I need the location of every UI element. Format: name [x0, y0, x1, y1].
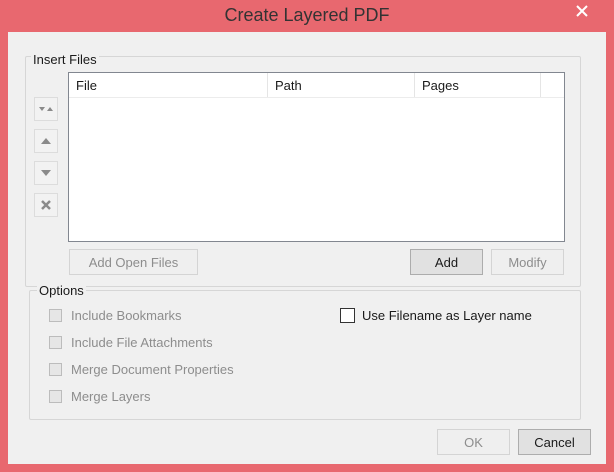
use-filename-as-layer-name-option[interactable]: Use Filename as Layer name — [340, 306, 532, 324]
merge-layers-label: Merge Layers — [71, 388, 151, 404]
merge-document-properties-checkbox[interactable] — [49, 362, 62, 376]
remove-icon — [41, 200, 51, 210]
move-top-bottom-button[interactable] — [34, 97, 58, 121]
column-header-file[interactable]: File — [69, 73, 268, 97]
close-icon — [576, 5, 588, 17]
include-bookmarks-option[interactable]: Include Bookmarks — [49, 306, 182, 324]
options-label: Options — [37, 283, 86, 298]
modify-button[interactable]: Modify — [491, 249, 564, 275]
ok-button[interactable]: OK — [437, 429, 510, 455]
files-table[interactable]: File Path Pages — [68, 72, 565, 242]
move-top-bottom-icon — [39, 107, 53, 111]
title-bar[interactable]: Create Layered PDF — [0, 0, 614, 32]
merge-layers-checkbox[interactable] — [49, 389, 62, 403]
dialog-body: Insert Files File Path Pages Add Open Fi… — [8, 32, 606, 464]
move-down-button[interactable] — [34, 161, 58, 185]
column-header-path[interactable]: Path — [268, 73, 415, 97]
insert-files-label: Insert Files — [31, 52, 99, 67]
use-filename-as-layer-name-checkbox[interactable] — [340, 307, 355, 323]
add-button[interactable]: Add — [410, 249, 483, 275]
add-open-files-button[interactable]: Add Open Files — [69, 249, 198, 275]
merge-document-properties-option[interactable]: Merge Document Properties — [49, 360, 234, 378]
move-up-icon — [41, 138, 51, 144]
move-up-button[interactable] — [34, 129, 58, 153]
close-button[interactable] — [564, 0, 600, 22]
include-file-attachments-label: Include File Attachments — [71, 334, 213, 350]
include-bookmarks-label: Include Bookmarks — [71, 307, 182, 323]
merge-layers-option[interactable]: Merge Layers — [49, 387, 150, 405]
window-title: Create Layered PDF — [224, 5, 390, 25]
column-header-pages[interactable]: Pages — [415, 73, 541, 97]
include-file-attachments-option[interactable]: Include File Attachments — [49, 333, 213, 351]
use-filename-as-layer-name-label: Use Filename as Layer name — [362, 307, 532, 323]
cancel-button[interactable]: Cancel — [518, 429, 591, 455]
move-down-icon — [41, 170, 51, 176]
remove-button[interactable] — [34, 193, 58, 217]
files-table-header: File Path Pages — [69, 73, 564, 98]
merge-document-properties-label: Merge Document Properties — [71, 361, 234, 377]
include-bookmarks-checkbox[interactable] — [49, 308, 62, 322]
include-file-attachments-checkbox[interactable] — [49, 335, 62, 349]
